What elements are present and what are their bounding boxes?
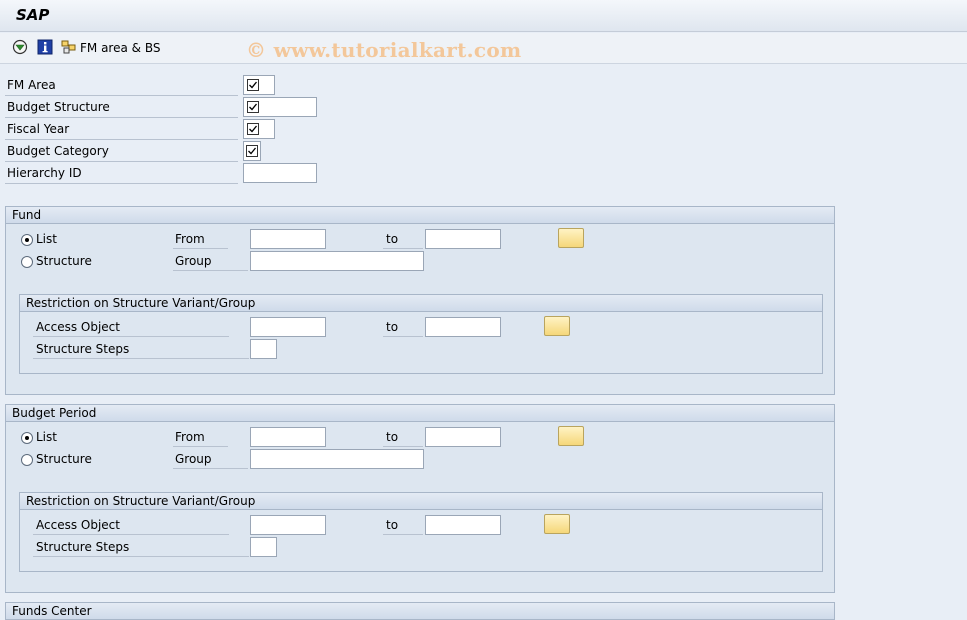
fund-access-object-label: Access Object [36,320,120,334]
budget-period-access-object-selection-button[interactable] [544,514,570,534]
budget-period-access-object-label: Access Object [36,518,120,532]
checkbox-checked-icon[interactable] [247,123,259,135]
budget-structure-field[interactable] [243,97,317,117]
budget-period-structure-radio[interactable] [21,454,33,466]
budget-period-to-input[interactable] [425,427,501,447]
checkbox-checked-icon[interactable] [247,101,259,113]
hierarchy-id-field[interactable] [243,163,317,183]
fiscal-year-field[interactable] [243,119,275,139]
budget-period-list-label: List [36,430,57,444]
fund-access-object-selection-button[interactable] [544,316,570,336]
fund-multiple-selection-button[interactable] [558,228,584,248]
budget-period-group-label: Group [175,452,212,466]
fund-structure-steps-label: Structure Steps [36,342,130,356]
execute-icon[interactable] [12,39,28,55]
budget-category-field[interactable] [243,141,261,161]
budget-period-from-label: From [175,430,205,444]
fund-structure-label: Structure [36,254,92,268]
fund-restriction-title: Restriction on Structure Variant/Group [20,295,822,312]
hierarchy-id-label: Hierarchy ID [7,166,82,180]
budget-period-structure-label: Structure [36,452,92,466]
fund-group: Fund List Structure From to Group Restri… [5,206,835,395]
funds-center-group: Funds Center [5,602,835,620]
budget-period-access-object-to-label: to [386,518,399,532]
fm-area-bs-button[interactable]: FM area & BS [80,41,160,55]
fund-structure-radio[interactable] [21,256,33,268]
fund-to-label: to [386,232,399,246]
fiscal-year-label: Fiscal Year [7,122,70,136]
fund-restriction-group: Restriction on Structure Variant/Group A… [19,294,823,374]
fund-from-label: From [175,232,205,246]
budget-period-structure-steps-label: Structure Steps [36,540,130,554]
fund-access-object-from-input[interactable] [250,317,326,337]
budget-period-restriction-title: Restriction on Structure Variant/Group [20,493,822,510]
fund-structure-steps-input[interactable] [250,339,277,359]
fund-access-object-to-label: to [386,320,399,334]
watermark: © www.tutorialkart.com [246,38,522,62]
fund-from-input[interactable] [250,229,326,249]
budget-period-restriction-group: Restriction on Structure Variant/Group A… [19,492,823,572]
structure-icon[interactable] [61,39,77,55]
checkbox-checked-icon[interactable] [247,79,259,91]
fm-area-label: FM Area [7,78,56,92]
info-icon[interactable] [37,39,53,55]
budget-period-group-title: Budget Period [6,405,834,422]
fund-group-label: Group [175,254,212,268]
funds-center-group-title: Funds Center [6,603,834,620]
budget-period-to-label: to [386,430,399,444]
fund-group-title: Fund [6,207,834,224]
fm-area-field[interactable] [243,75,275,95]
checkbox-checked-icon[interactable] [246,145,258,157]
fund-list-radio[interactable] [21,234,33,246]
title-bar: SAP [0,0,967,32]
budget-period-group-input[interactable] [250,449,424,469]
budget-period-list-radio[interactable] [21,432,33,444]
budget-period-group: Budget Period List Structure From to Gro… [5,404,835,593]
fund-access-object-to-input[interactable] [425,317,501,337]
fund-list-label: List [36,232,57,246]
window-title: SAP [16,6,50,24]
budget-period-access-object-to-input[interactable] [425,515,501,535]
budget-period-structure-steps-input[interactable] [250,537,277,557]
fund-to-input[interactable] [425,229,501,249]
budget-period-from-input[interactable] [250,427,326,447]
budget-period-multiple-selection-button[interactable] [558,426,584,446]
budget-structure-label: Budget Structure [7,100,110,114]
fund-group-input[interactable] [250,251,424,271]
budget-period-access-object-from-input[interactable] [250,515,326,535]
budget-category-label: Budget Category [7,144,109,158]
